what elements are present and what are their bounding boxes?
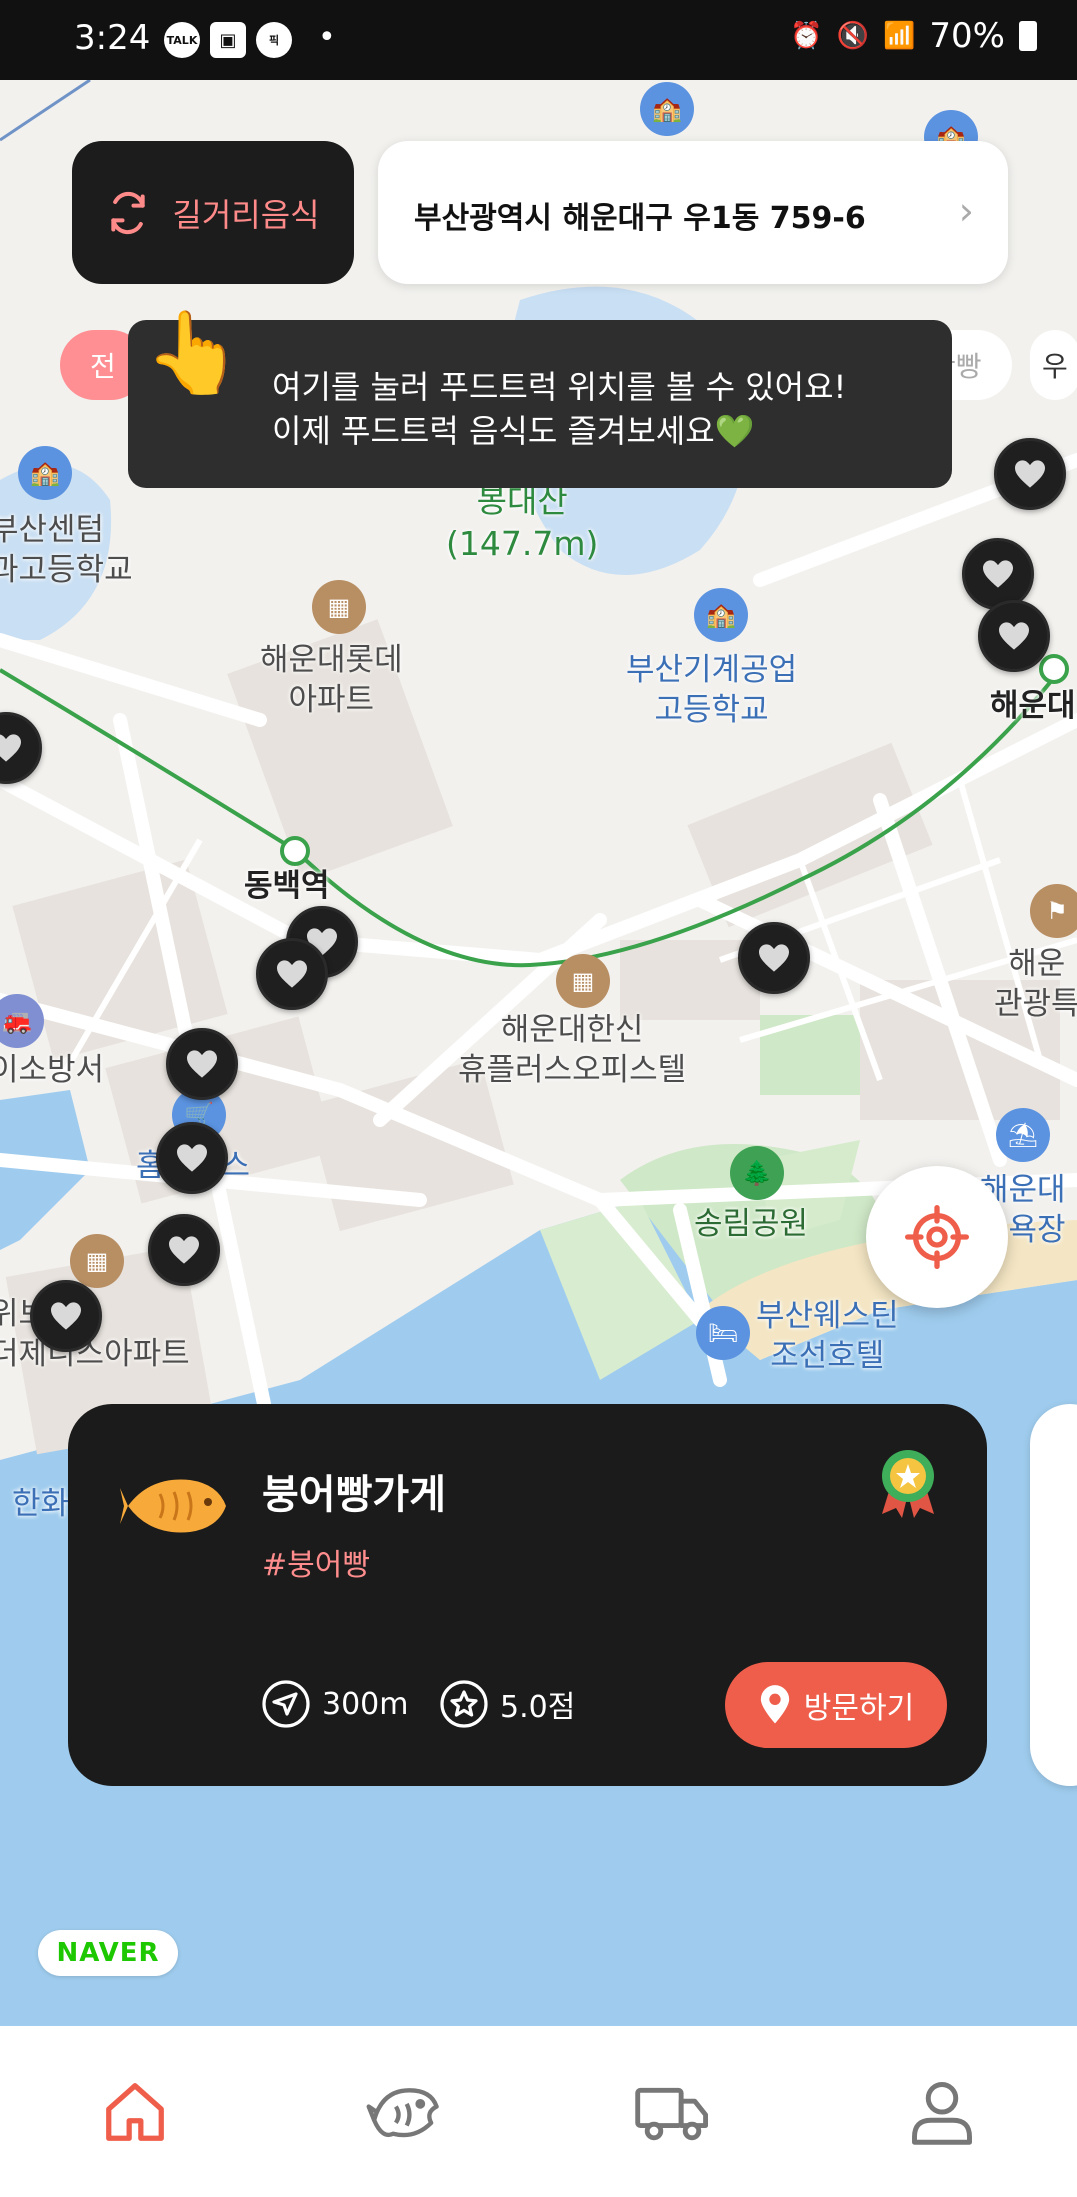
bottom-navigation [0,2026,1077,2197]
store-name: 붕어빵가게 [262,1472,446,1518]
onboarding-tooltip[interactable]: 👆 여기를 눌러 푸드트럭 위치를 볼 수 있어요! 이제 푸드트럭 음식도 즐… [128,306,952,488]
navigation-icon [262,1680,310,1728]
category-toggle-button[interactable]: 길거리음식 [72,141,354,284]
park-icon: 🌲 [730,1146,784,1200]
map-label-school-right: 부산기계공업 고등학교 [626,652,798,729]
map-label-hanwha: 한화 [12,1486,70,1522]
fish-bread-nav-icon [366,2087,439,2137]
address-text: 부산광역시 해운대구 우1동 759-6 [414,201,866,236]
star-icon [440,1680,488,1728]
map-label-mountain: 봉대산 (147.7m) [446,481,599,563]
map-label-hotel: 부산웨스틴 조선호텔 [756,1298,899,1375]
school-icon: 🏫 [640,82,694,136]
tooltip-line-1: 여기를 눌러 푸드트럭 위치를 볼 수 있어요! [272,368,847,406]
profile-tab[interactable] [808,2026,1077,2197]
map-label-haeundae-station: 해운대 [990,688,1076,724]
badge-icon [882,1450,934,1518]
current-location-button[interactable] [866,1166,1008,1308]
store-tag: #붕어빵 [262,1548,370,1583]
food-truck-pin[interactable] [738,922,810,994]
apartment-icon: ▦ [70,1234,124,1288]
map-label-officetel: 해운대한신 휴플러스오피스텔 [458,1012,687,1089]
food-truck-pin[interactable] [256,938,328,1010]
school-icon: 🏫 [18,446,72,500]
gallery-icon: ▣ [210,22,246,58]
food-truck-pin[interactable] [166,1028,238,1100]
crosshair-icon [905,1205,969,1269]
map-label-fire-station: 이소방서 [0,1052,105,1088]
store-card[interactable]: 붕어빵가게 #붕어빵 300m 5.0점 방문하기 [68,1404,987,1786]
dot-icon: • [318,20,336,55]
visit-button[interactable]: 방문하기 [725,1662,947,1748]
mute-icon: 🔇 [836,21,870,51]
pointing-hand-icon: 👆 [144,306,244,399]
food-truck-pin[interactable] [978,600,1050,672]
map-label-dongbaek-station: 동백역 [244,868,330,904]
pick-icon: 픽 [256,22,292,58]
store-rating: 5.0점 [440,1680,575,1728]
map-label-apt-lotte: 해운대롯데 아파트 [260,642,403,719]
kakaotalk-icon: TALK [164,22,200,58]
building-icon: ▦ [556,954,610,1008]
apartment-icon: ▦ [312,580,366,634]
food-truck-pin[interactable] [148,1214,220,1286]
store-distance: 300m [262,1680,408,1728]
battery-icon [1019,21,1037,51]
status-time: 3:24 [74,18,151,58]
refresh-icon [111,191,146,234]
truck-tab[interactable] [539,2026,808,2197]
home-icon [105,2082,164,2141]
wifi-icon: 📶 [883,21,916,51]
profile-icon [912,2081,973,2145]
food-truck-pin[interactable] [30,1280,102,1352]
next-store-card[interactable] [1030,1404,1077,1786]
filter-chip-more[interactable]: 우 [1030,330,1077,400]
truck-icon [635,2087,709,2140]
food-truck-pin[interactable] [156,1122,228,1194]
food-tab[interactable] [269,2026,538,2197]
map-label-school-left: 부산센텀 과고등학교 [0,512,133,589]
alarm-icon: ⏰ [790,21,823,51]
food-truck-pin[interactable] [962,538,1034,610]
tooltip-line-2: 이제 푸드트럭 음식도 즐겨보세요💚 [272,412,755,450]
fish-bread-icon [120,1479,226,1533]
beach-icon: ⛱ [996,1108,1050,1162]
map-label-park: 송림공원 [694,1206,809,1242]
category-label: 길거리음식 [172,195,320,234]
battery-text: 70% [929,16,1005,56]
address-bar[interactable]: 부산광역시 해운대구 우1동 759-6 › [378,141,1008,284]
school-icon: 🏫 [694,588,748,642]
flag-icon: ⚑ [1030,884,1077,938]
status-bar: 3:24 TALK ▣ 픽 • ⏰ 🔇 📶 70% [0,0,1077,80]
map-label-tourist: 해운 관광특 [994,946,1077,1023]
food-truck-pin[interactable] [994,438,1066,510]
naver-logo: NAVER [38,1930,178,1976]
location-pin-icon [760,1685,789,1724]
home-tab[interactable] [0,2026,269,2197]
chevron-right-icon: › [958,189,974,233]
hotel-icon: 🛏 [696,1306,750,1360]
